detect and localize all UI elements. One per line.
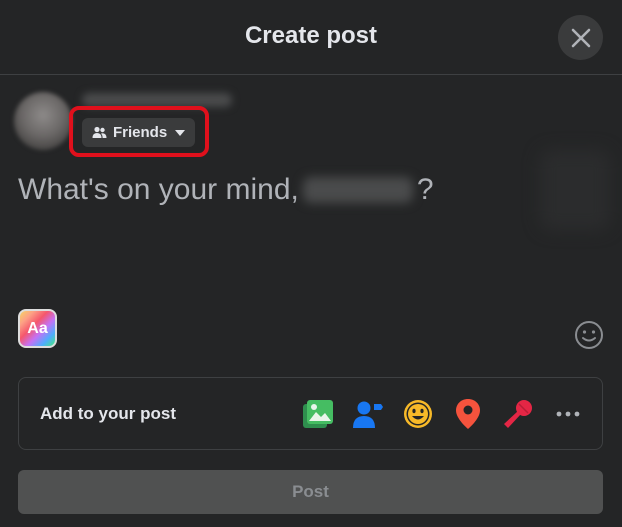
composer-prompt: What's on your mind, (18, 173, 299, 206)
feeling-activity-icon (404, 400, 432, 428)
emoji-picker-button[interactable] (574, 320, 604, 350)
post-button-label: Post (292, 482, 329, 501)
composer-name-blurred (302, 177, 413, 203)
post-text-input[interactable]: What's on your mind, ? (18, 170, 538, 210)
dialog-title: Create post (244, 22, 378, 49)
tag-people-icon (353, 401, 383, 428)
dialog-header: Create post (0, 0, 622, 75)
check-in-icon (456, 399, 480, 429)
feeling-activity-button[interactable] (400, 396, 436, 432)
smiley-icon (575, 321, 603, 349)
avatar (14, 92, 72, 150)
live-video-button[interactable] (500, 396, 536, 432)
friends-icon (92, 126, 107, 139)
microphone-icon (504, 400, 532, 428)
close-icon (571, 28, 590, 47)
check-in-button[interactable] (450, 396, 486, 432)
blurred-decoration (540, 150, 610, 230)
caret-down-icon (175, 129, 186, 136)
text-background-button[interactable]: Aa (18, 309, 57, 348)
add-to-post-bar: Add to your post (18, 377, 603, 450)
photo-video-button[interactable] (300, 396, 336, 432)
audience-label: Friends (113, 124, 168, 141)
post-button[interactable]: Post (18, 470, 603, 514)
aa-label: Aa (27, 319, 48, 337)
more-options-button[interactable] (550, 396, 586, 432)
close-button[interactable] (558, 15, 603, 60)
photo-video-icon (303, 400, 333, 428)
add-to-post-label: Add to your post (40, 404, 176, 423)
create-post-dialog: Create post Friends What's on your mind,… (0, 0, 622, 527)
composer-prompt-end: ? (416, 173, 434, 206)
user-name-blurred (82, 93, 232, 107)
tag-people-button[interactable] (350, 396, 386, 432)
more-icon (556, 411, 580, 417)
audience-selector-button[interactable]: Friends (82, 118, 195, 147)
